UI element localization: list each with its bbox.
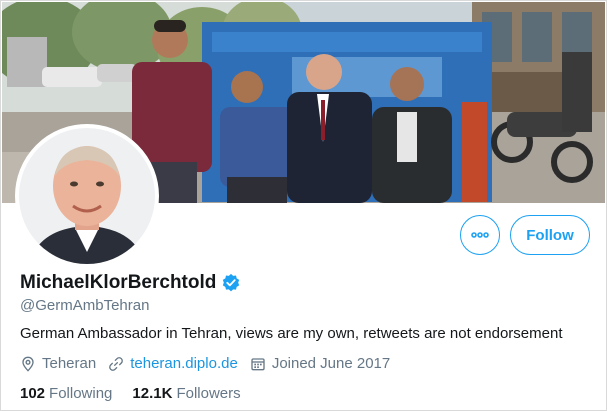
more-dots-icon [471,232,489,238]
follow-button[interactable]: Follow [510,215,590,255]
display-name: MichaelKlorBerchtold [20,272,217,293]
more-options-button[interactable] [460,215,500,255]
user-handle: @GermAmbTehran [20,297,150,314]
calendar-icon [251,357,265,370]
join-date-text: Joined June 2017 [271,355,391,372]
location-pin-icon [22,356,34,372]
following-label: Following [49,385,113,402]
location-text: Teheran [42,355,97,372]
follow-stats: 102 Following 12.1K Followers [20,385,241,402]
followers-label: Followers [176,385,241,402]
following-stat[interactable]: 102 Following [20,385,112,402]
following-count: 102 [20,385,46,402]
join-date: Joined June 2017 [250,355,390,372]
website: teheran.diplo.de [108,355,238,372]
location: Teheran [20,355,96,372]
link-icon [109,356,124,371]
avatar[interactable] [15,124,159,268]
verified-badge-icon [223,273,240,292]
bio: German Ambassador in Tehran, views are m… [20,325,563,342]
followers-stat[interactable]: 12.1K Followers [132,385,240,402]
website-link[interactable]: teheran.diplo.de [130,355,238,372]
name-row: MichaelKlorBerchtold [20,272,241,294]
profile-card: Follow MichaelKlorBerchtold @GermAmbTehr… [0,0,607,411]
profile-meta: Teheran teheran.diplo.de Joined June 201… [20,355,390,372]
followers-count: 12.1K [132,385,173,402]
